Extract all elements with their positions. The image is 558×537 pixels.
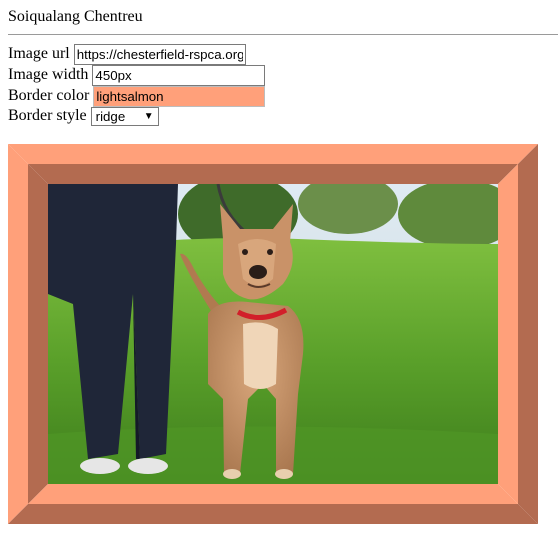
border-color-label: Border color	[8, 87, 90, 104]
border-style-row: Border style ridge ▼	[8, 106, 159, 126]
image-width-row: Image width	[8, 64, 266, 86]
border-style-select[interactable]: ridge ▼	[90, 106, 159, 126]
border-outer-left	[8, 144, 28, 524]
page-title: Soiqualang Chentreu	[8, 8, 143, 25]
border-outer-right	[518, 144, 538, 524]
title-divider	[8, 34, 558, 35]
border-style-label: Border style	[8, 107, 87, 124]
image-url-row: Image url	[8, 43, 246, 65]
image-url-label: Image url	[8, 45, 70, 62]
framed-image	[8, 144, 538, 524]
border-inner-bottom	[28, 484, 518, 504]
image-url-input[interactable]	[73, 43, 246, 65]
dog-on-grass-illustration	[48, 184, 498, 484]
border-outer-top	[8, 144, 538, 164]
image-width-label: Image width	[8, 66, 89, 83]
border-inner-right	[498, 164, 518, 504]
border-outer-bottom	[8, 504, 538, 524]
border-color-input[interactable]	[93, 85, 266, 107]
border-inner-top	[28, 164, 518, 184]
image-width-input[interactable]	[92, 64, 266, 86]
chevron-down-icon: ▼	[143, 110, 154, 122]
dog-photo	[48, 184, 498, 484]
border-color-row: Border color	[8, 85, 266, 107]
border-style-selected-value: ridge	[95, 108, 126, 124]
border-inner-left	[28, 164, 48, 504]
